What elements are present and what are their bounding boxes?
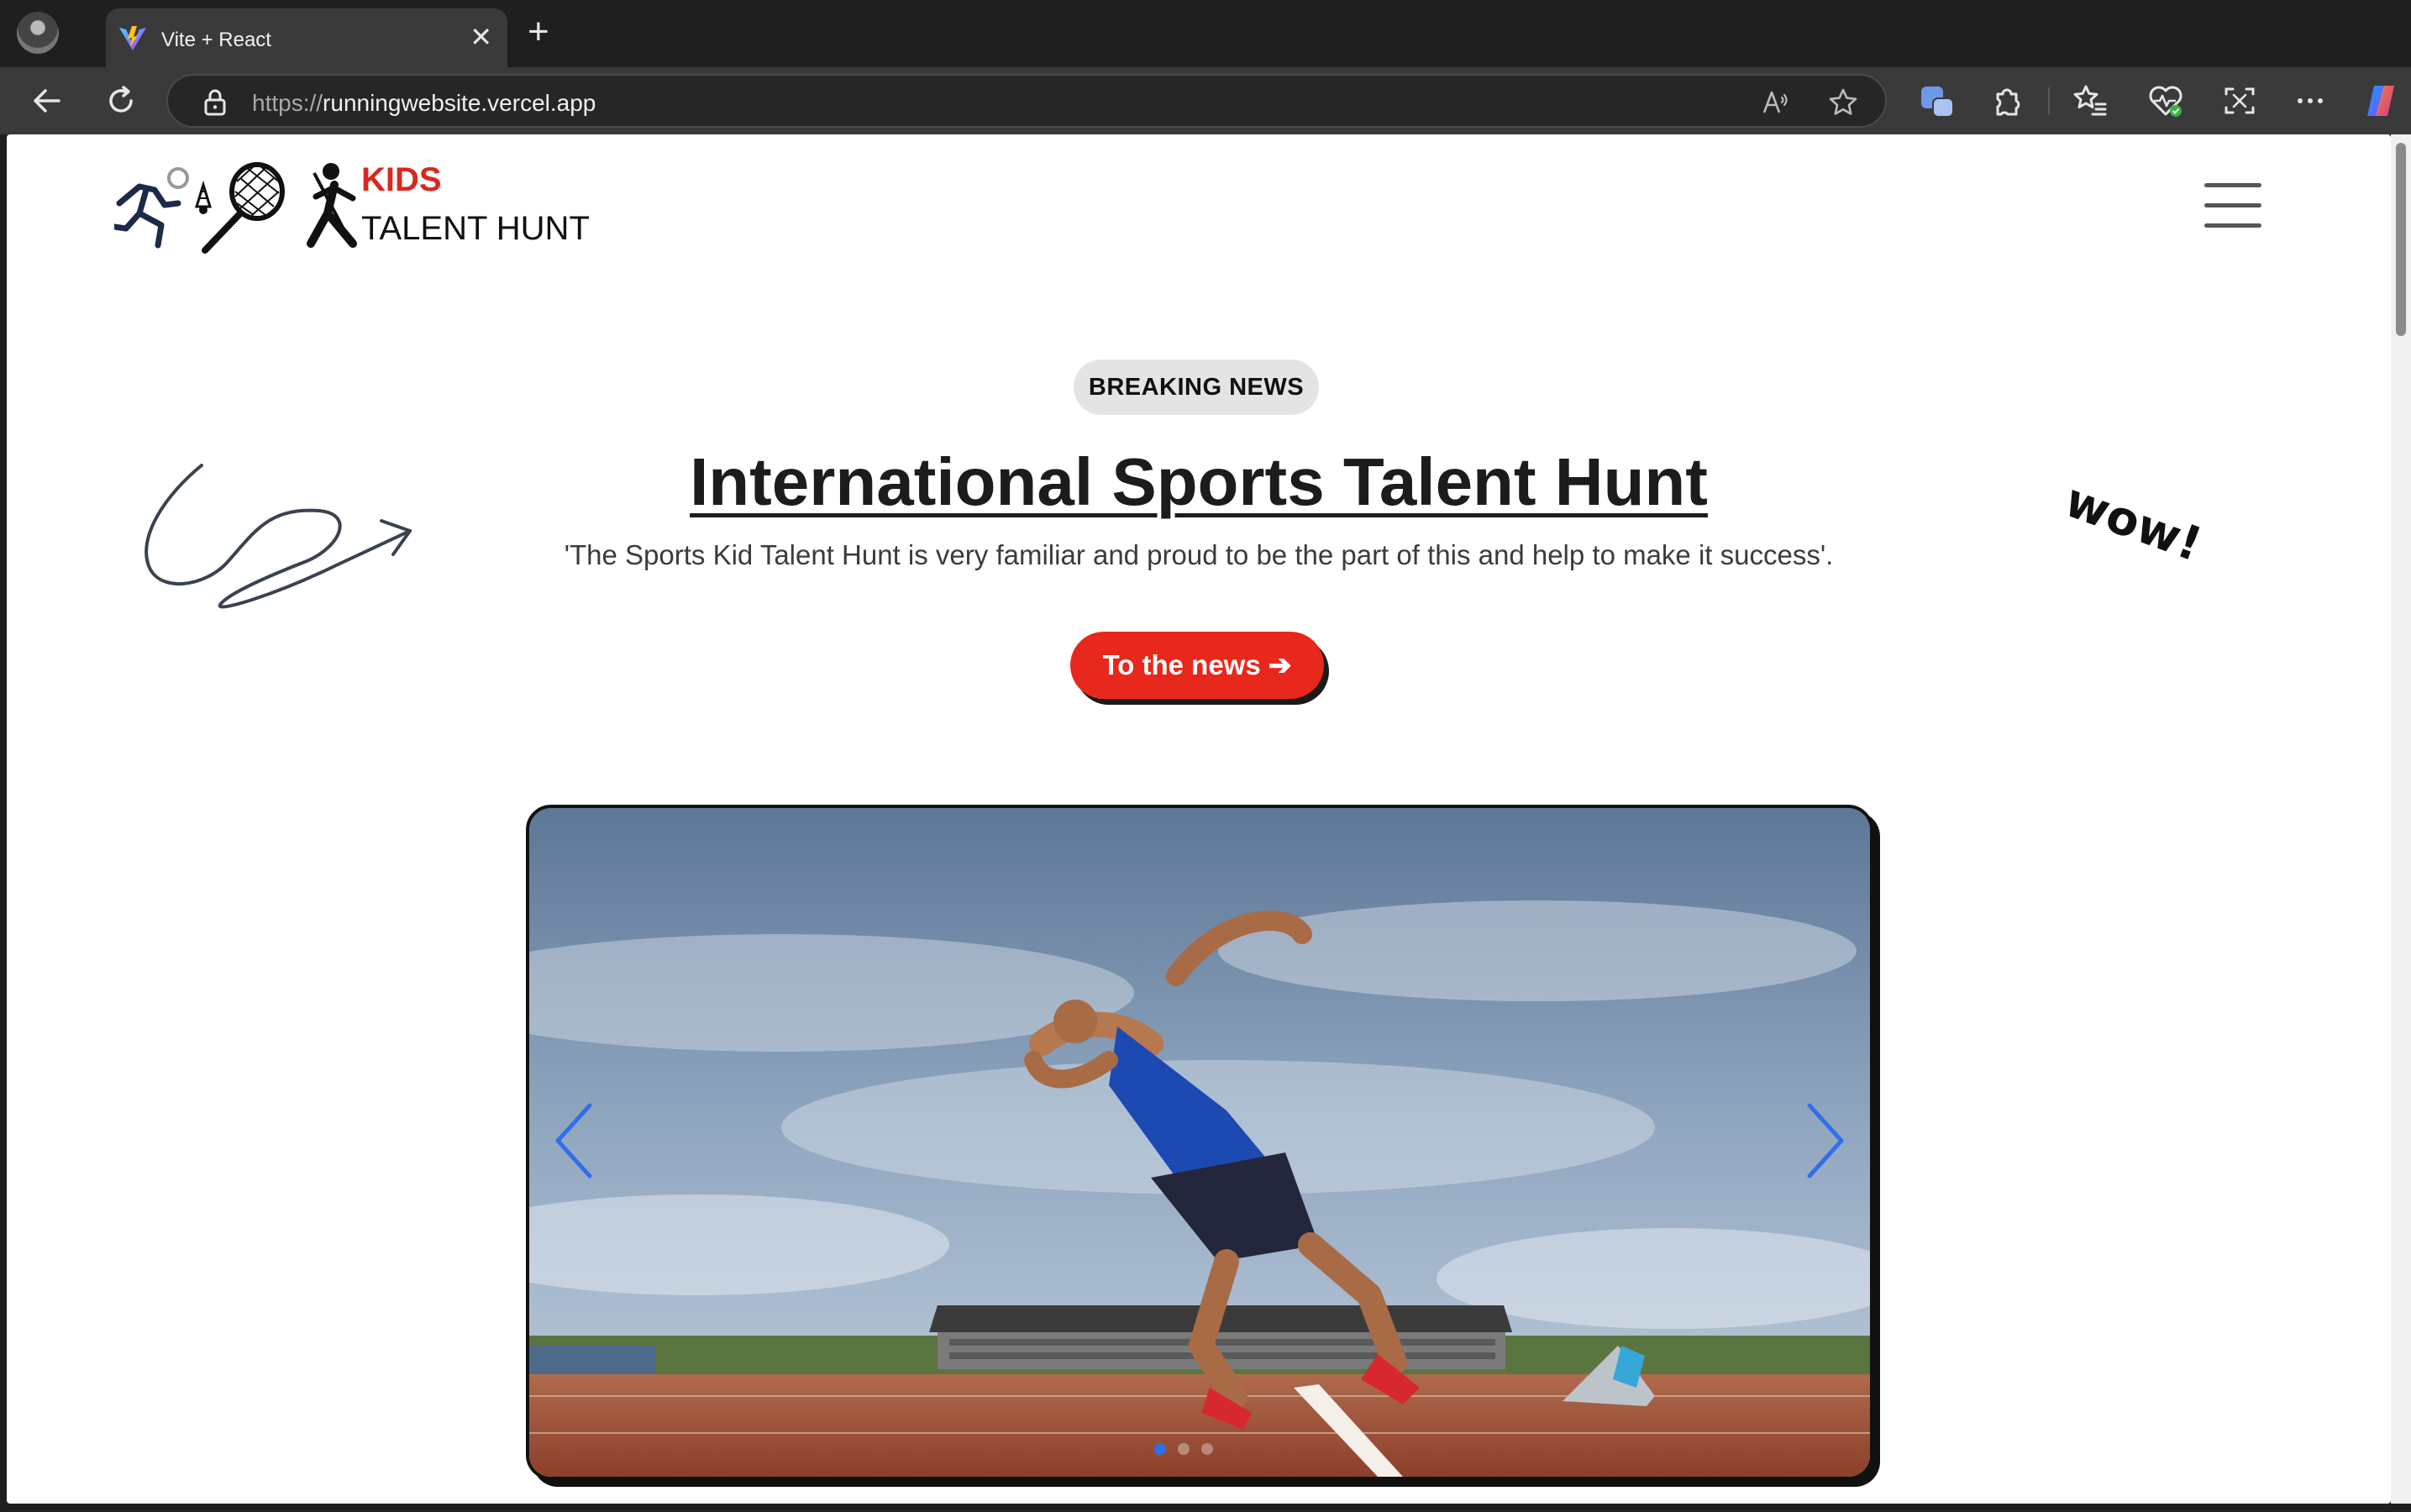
profile-avatar[interactable] [17, 12, 59, 54]
favorite-star-icon[interactable] [1828, 87, 1858, 118]
browser-essentials-icon[interactable] [2147, 82, 2184, 119]
url-text[interactable]: https://runningwebsite.vercel.app [252, 90, 596, 117]
browser-toolbar: https://runningwebsite.vercel.app [0, 67, 2411, 134]
screenshot-icon[interactable] [2221, 82, 2258, 119]
breaking-news-badge: BREAKING NEWS [1074, 360, 1319, 415]
carousel-dot[interactable] [1178, 1443, 1190, 1455]
tab-title: Vite + React [161, 29, 271, 51]
logo-talent-text: TALENT HUNT [361, 210, 590, 247]
squiggle-arrow-doodle-icon [144, 464, 412, 609]
browser-tab[interactable]: Vite + React ✕ [106, 8, 507, 67]
lock-icon[interactable] [202, 87, 228, 118]
tab-strip: Vite + React ✕ + [0, 0, 2411, 67]
carousel-dot[interactable] [1154, 1443, 1166, 1455]
logo-kids-text: KIDS [361, 161, 442, 198]
new-tab-icon[interactable]: + [528, 13, 549, 50]
hamburger-menu-icon[interactable] [2204, 183, 2261, 228]
url-scheme: https:// [252, 90, 323, 116]
more-menu-icon[interactable] [2292, 82, 2329, 119]
toolbar-separator [2048, 87, 2050, 114]
workspaces-icon[interactable] [1919, 82, 1956, 119]
favorites-icon[interactable] [2072, 82, 2109, 119]
carousel-dot[interactable] [1201, 1443, 1213, 1455]
sprinter-photo [529, 808, 1870, 1477]
carousel-prev-arrow-icon[interactable] [549, 1099, 600, 1183]
url-host: runningwebsite.vercel.app [323, 90, 596, 116]
reload-icon[interactable] [102, 82, 139, 119]
to-the-news-button[interactable]: To the news ➔ [1070, 632, 1324, 699]
close-tab-icon[interactable]: ✕ [470, 24, 492, 50]
extensions-icon[interactable] [1989, 82, 2026, 119]
read-aloud-icon[interactable] [1761, 87, 1791, 118]
wow-doodle-text: wow! [2058, 486, 2209, 573]
address-bar[interactable]: https://runningwebsite.vercel.app [166, 74, 1887, 128]
copilot-icon[interactable] [2362, 82, 2399, 119]
image-carousel[interactable] [526, 805, 1873, 1480]
wow-doodle-icon: wow! [2058, 486, 2209, 573]
carousel-next-arrow-icon[interactable] [1799, 1099, 1850, 1183]
web-page: KIDS TALENT HUNT BREAKING NEWS Internati… [7, 134, 2391, 1504]
back-arrow-icon[interactable] [29, 82, 66, 119]
scrollbar-thumb[interactable] [2396, 143, 2406, 336]
vite-favicon-icon [119, 26, 146, 50]
page-scrollbar[interactable] [2391, 134, 2411, 1504]
